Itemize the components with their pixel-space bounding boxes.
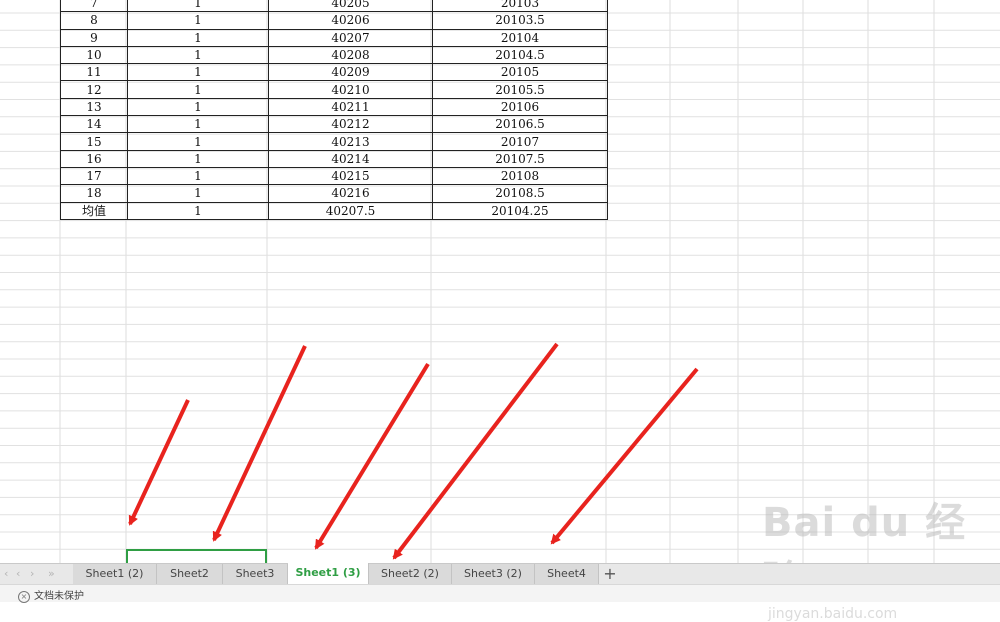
table-cell[interactable]: 20107.5 [432,149,608,168]
status-bar: × 文档未保护 [0,584,1000,603]
data-table: 7 1 40205 20103 8 1 40206 20103.5 9 1 40207 20104 10… [60,0,608,220]
table-cell[interactable]: 1 [127,166,269,186]
table-cell[interactable]: 20104.5 [432,45,608,65]
document-protection-status[interactable]: × 文档未保护 [18,587,84,603]
table-cell[interactable]: 16 [60,149,128,168]
protection-text: 文档未保护 [34,591,84,602]
sheet-tab[interactable]: Sheet3 (2) [452,564,535,584]
sheet-tab[interactable]: Sheet1 (2) [73,564,157,584]
table-cell[interactable]: 15 [60,132,128,151]
table-row: 13 1 40211 20106 [60,97,608,117]
table-cell[interactable]: 8 [60,11,128,30]
table-cell[interactable]: 1 [127,132,269,151]
table-cell[interactable]: 20104.25 [432,201,608,220]
table-cell[interactable]: 20106 [432,97,608,117]
last-sheet-icon[interactable]: » [48,567,55,580]
table-cell[interactable]: 20107 [432,132,608,151]
table-cell[interactable]: 14 [60,115,128,134]
table-row: 12 1 40210 20105.5 [60,80,608,99]
sheet-tab[interactable]: Sheet2 (2) [369,564,452,584]
sheet-tab[interactable]: Sheet4 [535,564,599,584]
sheet-tab[interactable]: Sheet1 (3) [288,563,369,584]
table-cell[interactable]: 40209 [268,63,433,82]
table-cell[interactable]: 20108.5 [432,184,608,203]
table-cell[interactable]: 20104 [432,28,608,47]
table-row: 15 1 40213 20107 [60,132,608,151]
table-row: 14 1 40212 20106.5 [60,115,608,134]
table-cell[interactable]: 20106.5 [432,115,608,134]
prev-sheet-icon[interactable]: ‹ [16,567,20,580]
table-cell[interactable]: 1 [127,201,269,220]
table-row: 10 1 40208 20104.5 [60,45,608,65]
table-cell[interactable]: 11 [60,63,128,82]
add-sheet-button[interactable]: + [602,564,618,584]
table-cell[interactable]: 20103.5 [432,11,608,30]
watermark-url: jingyan.baidu.com [768,606,898,622]
table-cell[interactable]: 40207.5 [268,201,433,220]
table-cell[interactable]: 20105.5 [432,80,608,99]
sheet-tab[interactable]: Sheet2 [157,564,223,584]
unprotected-icon: × [18,591,30,603]
table-cell[interactable]: 40212 [268,115,433,134]
table-cell[interactable]: 40211 [268,97,433,117]
table-cell[interactable]: 13 [60,97,128,117]
table-row: 7 1 40205 20103 [60,0,608,13]
table-cell[interactable]: 40215 [268,166,433,186]
table-cell[interactable]: 1 [127,115,269,134]
table-row: 9 1 40207 20104 [60,28,608,47]
table-cell[interactable]: 1 [127,63,269,82]
selected-cell-range[interactable] [126,549,267,563]
table-cell[interactable]: 1 [127,97,269,117]
table-row: 16 1 40214 20107.5 [60,149,608,168]
table-cell[interactable]: 40214 [268,149,433,168]
table-cell[interactable]: 40205 [268,0,433,13]
first-sheet-icon[interactable]: ‹ [4,567,8,580]
table-cell[interactable]: 20103 [432,0,608,13]
table-cell[interactable]: 17 [60,166,128,186]
table-cell[interactable]: 40207 [268,28,433,47]
table-row: 11 1 40209 20105 [60,63,608,82]
table-cell[interactable]: 40206 [268,11,433,30]
table-cell[interactable]: 1 [127,80,269,99]
baidu-jingyan-watermark: Bai du 经验 jingyan.baidu.com [762,490,1000,622]
sheet-tab[interactable]: Sheet3 [223,564,288,584]
table-cell[interactable]: 1 [127,45,269,65]
table-cell[interactable]: 1 [127,0,269,13]
table-cell[interactable]: 12 [60,80,128,99]
sheet-tab-bar: ‹ ‹ › » Sheet1 (2) Sheet2 Sheet3 Sheet1 (3)… [0,563,1000,584]
table-cell[interactable]: 9 [60,28,128,47]
table-cell[interactable]: 40208 [268,45,433,65]
table-cell[interactable]: 1 [127,149,269,168]
table-cell[interactable]: 40216 [268,184,433,203]
table-row: 18 1 40216 20108.5 [60,184,608,203]
table-cell[interactable]: 40210 [268,80,433,99]
table-cell[interactable]: 1 [127,11,269,30]
table-cell[interactable]: 20105 [432,63,608,82]
table-row: 均值 1 40207.5 20104.25 [60,201,608,220]
table-cell[interactable]: 20108 [432,166,608,186]
table-cell[interactable]: 1 [127,184,269,203]
table-cell[interactable]: 10 [60,45,128,65]
table-cell[interactable]: 1 [127,28,269,47]
table-row: 17 1 40215 20108 [60,166,608,186]
table-row: 8 1 40206 20103.5 [60,11,608,30]
table-cell[interactable]: 7 [60,0,128,13]
next-sheet-icon[interactable]: › [30,567,34,580]
table-cell[interactable]: 18 [60,184,128,203]
table-cell[interactable]: 40213 [268,132,433,151]
table-cell[interactable]: 均值 [60,201,128,220]
